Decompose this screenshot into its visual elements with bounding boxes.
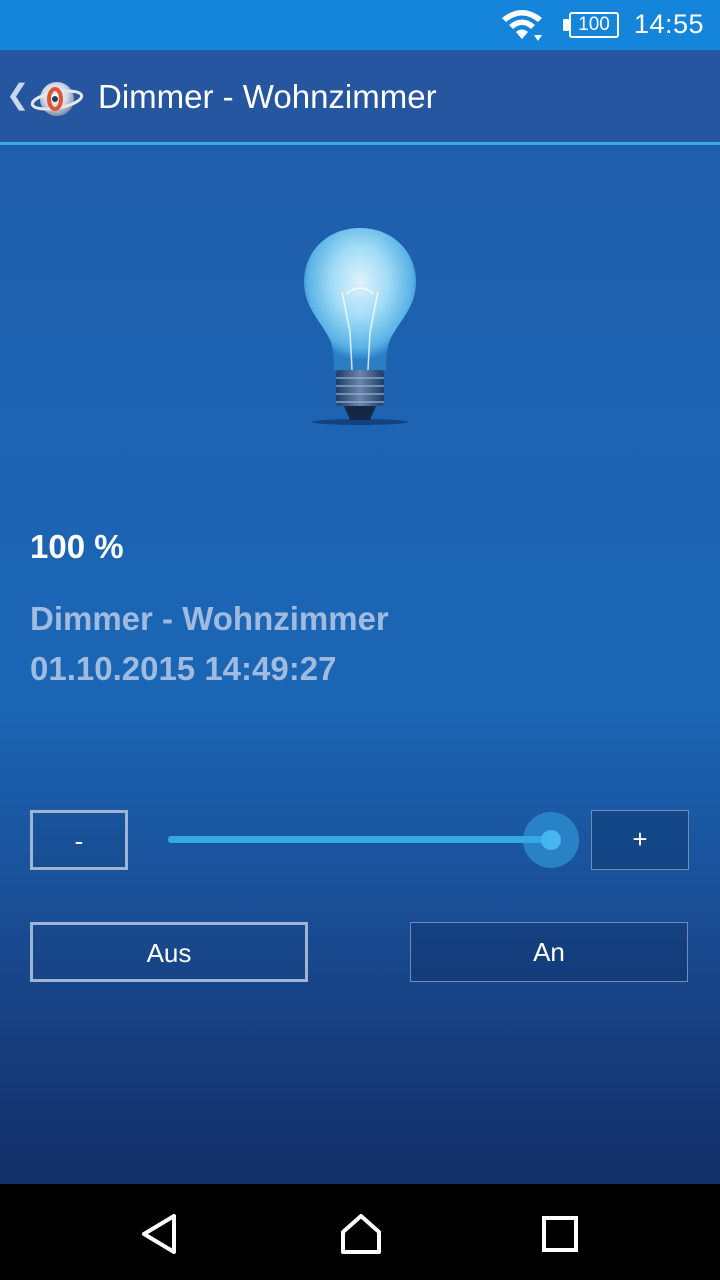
action-bar: ❮ Dimmer - Wohnzimmer: [0, 50, 720, 145]
battery-level: 100: [569, 12, 619, 38]
dimmer-slider[interactable]: [168, 812, 580, 868]
status-time: 14:55: [634, 9, 705, 39]
recent-apps-icon[interactable]: [536, 1212, 584, 1256]
decrease-button[interactable]: -: [30, 810, 128, 870]
screen: 100 14:55 ❮ Dimmer - Wohnzimmer 100 % Di…: [0, 0, 720, 1280]
home-icon[interactable]: [337, 1212, 385, 1256]
app-logo-icon[interactable]: [30, 77, 84, 121]
last-update-timestamp: 01.10.2015 14:49:27: [30, 650, 337, 687]
navigation-bar: [0, 1184, 720, 1280]
device-name: Dimmer - Wohnzimmer: [30, 600, 389, 637]
slider-thumb[interactable]: [541, 830, 561, 850]
increase-button[interactable]: +: [591, 810, 689, 870]
page-title: Dimmer - Wohnzimmer: [98, 78, 437, 115]
back-icon[interactable]: [136, 1212, 184, 1256]
light-bulb-icon: [304, 228, 416, 425]
dimmer-level-text: 100 %: [30, 528, 124, 565]
on-button[interactable]: An: [410, 922, 688, 982]
off-button[interactable]: Aus: [30, 922, 308, 982]
wifi-icon: [502, 10, 542, 41]
slider-track: [168, 836, 551, 843]
battery-icon: 100: [563, 10, 619, 40]
chevron-left-icon[interactable]: ❮: [6, 78, 29, 111]
status-bar: 100 14:55: [0, 0, 720, 50]
